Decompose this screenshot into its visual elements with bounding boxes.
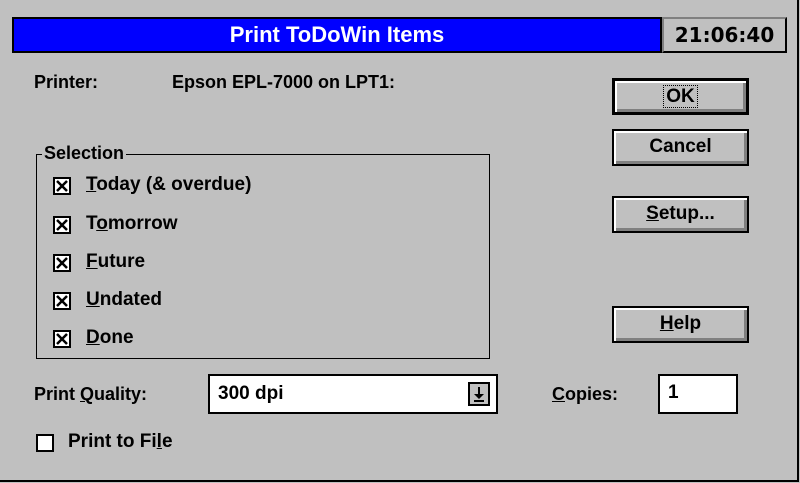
future-checkbox-label[interactable]: Future	[86, 251, 145, 273]
undated-checkbox[interactable]	[53, 292, 71, 310]
print-quality-label: Print Quality:	[34, 384, 148, 404]
done-checkbox-label[interactable]: Done	[86, 327, 134, 349]
done-checkbox[interactable]	[53, 330, 71, 348]
print-quality-value: 300 dpi	[218, 383, 284, 404]
ok-button-label: OK	[663, 85, 698, 108]
print-to-file-label[interactable]: Print to File	[68, 431, 173, 453]
cancel-button-label: Cancel	[649, 136, 712, 157]
setup-button-accel: S	[646, 203, 659, 224]
check-mark-icon	[56, 219, 68, 231]
future-checkbox[interactable]	[53, 254, 71, 272]
help-button[interactable]: Help	[612, 306, 749, 343]
undated-checkbox-label[interactable]: Undated	[86, 289, 162, 311]
check-mark-icon	[56, 257, 68, 269]
check-mark-icon	[56, 180, 68, 192]
setup-button-label: etup...	[658, 203, 715, 224]
today-checkbox[interactable]	[53, 177, 71, 195]
print-quality-dropdown[interactable]: 300 dpi	[208, 374, 498, 414]
print-to-file-checkbox[interactable]	[36, 434, 54, 452]
copies-label: Copies:	[552, 384, 619, 404]
setup-button[interactable]: Setup...	[612, 196, 749, 233]
dialog-title-bar[interactable]: Print ToDoWin Items	[12, 17, 662, 53]
printer-label: Printer:	[34, 72, 99, 92]
print-dialog: Print ToDoWin Items 21:06:40 Printer: Ep…	[0, 0, 799, 482]
check-mark-icon	[56, 295, 68, 307]
copies-input[interactable]: 1	[658, 374, 738, 414]
ok-button[interactable]: OK	[612, 78, 749, 115]
dialog-title: Print ToDoWin Items	[229, 22, 445, 47]
tomorrow-checkbox-label[interactable]: Tomorrow	[86, 213, 178, 235]
clock-display: 21:06:40	[662, 17, 787, 53]
check-mark-icon	[56, 333, 68, 345]
selection-group-title: Selection	[42, 143, 127, 164]
help-button-label: elp	[673, 313, 702, 334]
printer-name: Epson EPL-7000 on LPT1:	[172, 72, 396, 92]
today-checkbox-label[interactable]: Today (& overdue)	[86, 174, 251, 196]
help-button-accel: H	[659, 313, 674, 334]
tomorrow-checkbox[interactable]	[53, 216, 71, 234]
dropdown-arrow-button[interactable]	[468, 382, 490, 406]
copies-value: 1	[668, 382, 679, 403]
cancel-button[interactable]: Cancel	[612, 129, 749, 166]
arrow-down-icon	[474, 387, 484, 402]
clock-time: 21:06:40	[674, 23, 775, 47]
